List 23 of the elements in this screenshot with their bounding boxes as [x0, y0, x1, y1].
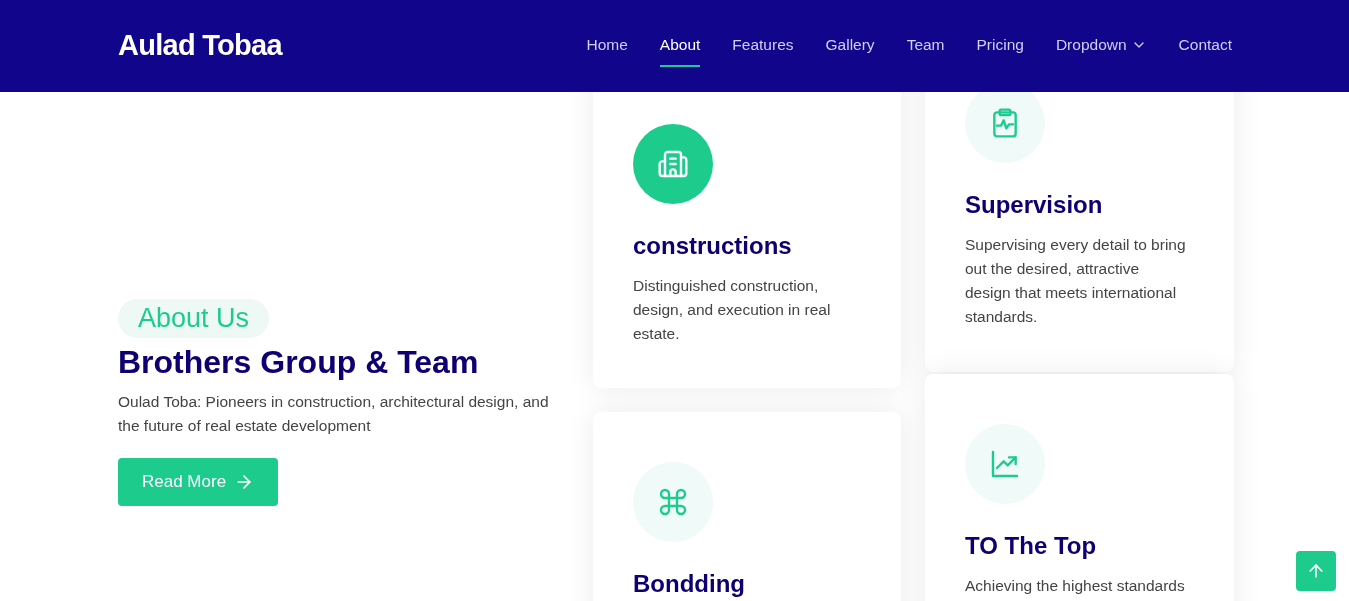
card-title: TO The Top — [965, 531, 1098, 561]
nav-link[interactable]: Pricing — [976, 25, 1024, 67]
nav-link[interactable]: Contact — [1178, 25, 1232, 67]
section-badge: About Us — [118, 299, 270, 338]
command-icon — [657, 486, 689, 518]
card-title: constructions — [633, 231, 793, 261]
nav-link[interactable]: Features — [732, 25, 794, 67]
card-title: Bondding — [633, 569, 746, 599]
card-text: Supervising every detail to bring out the desired, attractive design that meets international standards. — [965, 235, 1186, 327]
nav-link[interactable]: About — [659, 25, 701, 67]
nav-link[interactable]: Dropdown — [1055, 25, 1147, 67]
section-title: Brothers Group & Team — [118, 343, 480, 382]
nav-link[interactable]: Team — [906, 25, 945, 67]
site-logo[interactable]: Aulad Tobaa — [118, 24, 282, 68]
chart-icon — [989, 448, 1021, 480]
card-title: Supervision — [965, 190, 1104, 220]
scroll-top-button[interactable] — [1296, 551, 1336, 591]
section-text: Oulad Toba: Pioneers in construction, architectural design, and the future of real estate development — [118, 392, 550, 436]
nav-link[interactable]: Gallery — [825, 25, 875, 67]
nav-link[interactable]: Home — [586, 25, 628, 67]
card-text: Distinguished construction, design, and execution in real estate. — [633, 276, 832, 344]
building-icon — [657, 148, 689, 180]
card-text: Achieving the highest standards — [965, 576, 1186, 596]
